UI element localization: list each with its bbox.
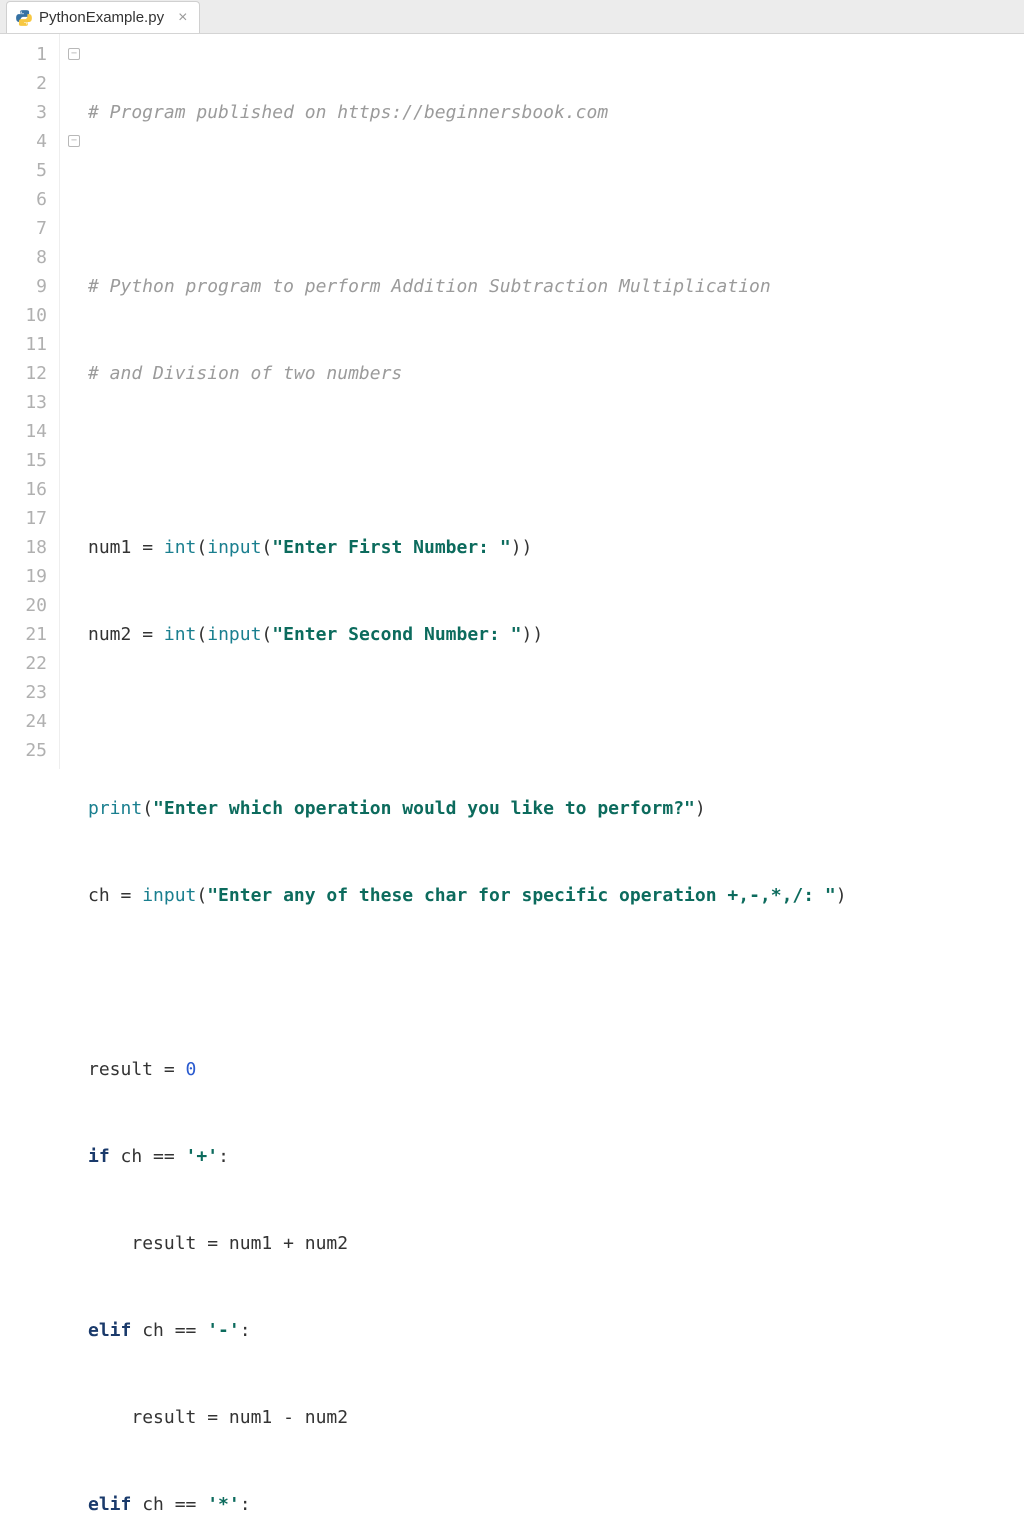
line-number: 8: [0, 243, 47, 272]
code-line: ch = input("Enter any of these char for …: [88, 881, 1024, 910]
line-number: 13: [0, 388, 47, 417]
line-number: 15: [0, 446, 47, 475]
python-file-icon: [15, 9, 33, 27]
line-number: 7: [0, 214, 47, 243]
line-number: 18: [0, 533, 47, 562]
line-number: 9: [0, 272, 47, 301]
line-number: 5: [0, 156, 47, 185]
code-line: if ch == '+':: [88, 1142, 1024, 1171]
tab-filename: PythonExample.py: [39, 9, 164, 26]
code-line: print("Enter which operation would you l…: [88, 794, 1024, 823]
fold-column: − −: [60, 34, 88, 769]
code-area[interactable]: # Program published on https://beginners…: [88, 34, 1024, 769]
fold-toggle-icon[interactable]: −: [68, 48, 80, 60]
code-line: elif ch == '*':: [88, 1490, 1024, 1519]
code-line: # Python program to perform Addition Sub…: [88, 272, 1024, 301]
line-number: 10: [0, 301, 47, 330]
code-line: [88, 446, 1024, 475]
line-number: 2: [0, 69, 47, 98]
code-line: # and Division of two numbers: [88, 359, 1024, 388]
line-number: 22: [0, 649, 47, 678]
line-number-gutter: 1 2 3 4 5 6 7 8 9 10 11 12 13 14 15 16 1…: [0, 34, 60, 769]
line-number: 19: [0, 562, 47, 591]
code-line: # Program published on https://beginners…: [88, 98, 1024, 127]
tab-bar: PythonExample.py ×: [0, 0, 1024, 34]
line-number: 17: [0, 504, 47, 533]
line-number: 3: [0, 98, 47, 127]
line-number: 20: [0, 591, 47, 620]
line-number: 24: [0, 707, 47, 736]
line-number: 21: [0, 620, 47, 649]
line-number: 11: [0, 330, 47, 359]
close-tab-icon[interactable]: ×: [178, 9, 187, 27]
code-line: result = 0: [88, 1055, 1024, 1084]
line-number: 4: [0, 127, 47, 156]
code-editor[interactable]: 1 2 3 4 5 6 7 8 9 10 11 12 13 14 15 16 1…: [0, 34, 1024, 769]
code-line: [88, 968, 1024, 997]
code-line: num2 = int(input("Enter Second Number: "…: [88, 620, 1024, 649]
line-number: 6: [0, 185, 47, 214]
file-tab[interactable]: PythonExample.py ×: [6, 1, 200, 33]
line-number: 16: [0, 475, 47, 504]
code-line: elif ch == '-':: [88, 1316, 1024, 1345]
line-number: 12: [0, 359, 47, 388]
code-line: [88, 707, 1024, 736]
code-line: num1 = int(input("Enter First Number: ")…: [88, 533, 1024, 562]
line-number: 14: [0, 417, 47, 446]
fold-toggle-icon[interactable]: −: [68, 135, 80, 147]
line-number: 1: [0, 40, 47, 69]
code-line: result = num1 + num2: [88, 1229, 1024, 1258]
line-number: 23: [0, 678, 47, 707]
code-line: [88, 185, 1024, 214]
line-number: 25: [0, 736, 47, 765]
code-line: result = num1 - num2: [88, 1403, 1024, 1432]
